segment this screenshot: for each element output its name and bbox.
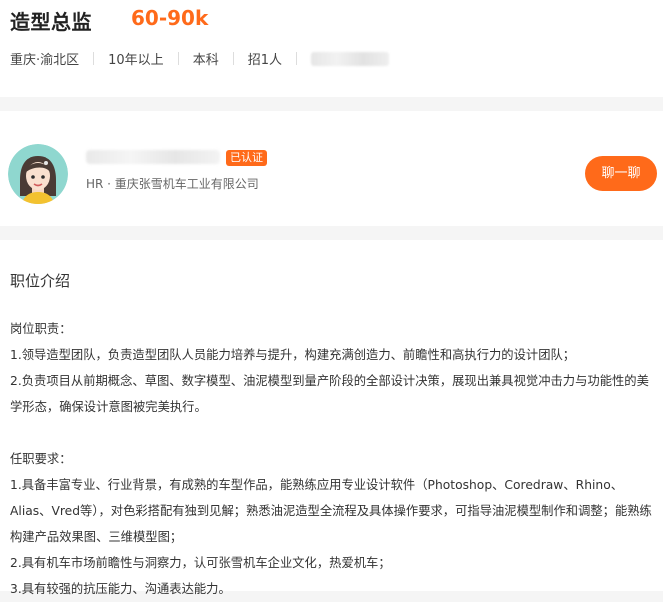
- recruiter-card: [0, 111, 663, 226]
- duty-item: 1.领导造型团队，负责造型团队人员能力培养与提升，构建充满创造力、前瞻性和高执行…: [10, 348, 576, 362]
- job-headcount: 招1人: [247, 53, 282, 68]
- job-description-body: 岗位职责： 1.领导造型团队，负责造型团队人员能力培养与提升，构建充满创造力、前…: [10, 316, 660, 602]
- job-title: 造型总监: [10, 10, 92, 34]
- divider: [177, 52, 179, 65]
- requirements-heading: 任职要求：: [10, 452, 72, 466]
- salary: 60-90k: [131, 6, 209, 30]
- job-education: 本科: [192, 53, 219, 68]
- job-experience: 10年以上: [108, 53, 164, 68]
- duty-item: 2.负责项目从前期概念、草图、数字模型、油泥模型到量产阶段的全部设计决策，展现出…: [10, 374, 649, 414]
- requirement-item: 3.具有较强的抗压能力、沟通表达能力。: [10, 582, 231, 596]
- divider: [93, 52, 95, 65]
- divider: [295, 52, 297, 65]
- divider: [232, 52, 234, 65]
- requirement-item: 2.具有机车市场前瞻性与洞察力，认可张雪机车企业文化，热爱机车；: [10, 556, 391, 570]
- verified-badge: 已认证: [226, 150, 267, 166]
- job-header-card: 造型总监 60-90k 重庆·渝北区 10年以上 本科 招1人: [0, 0, 663, 97]
- duties-heading: 岗位职责：: [10, 322, 72, 336]
- requirement-item: 1.具备丰富专业、行业背景，有成熟的车型作品，能熟练应用专业设计软件（Photo…: [10, 478, 652, 544]
- redacted-meta: [310, 51, 389, 66]
- job-meta: 重庆·渝北区 10年以上 本科 招1人: [10, 49, 389, 68]
- job-location: 重庆·渝北区: [10, 53, 80, 68]
- section-title: 职位介绍: [10, 272, 71, 290]
- recruiter-company: HR · 重庆张雪机车工业有限公司: [86, 177, 259, 191]
- avatar[interactable]: [8, 144, 68, 204]
- recruiter-name-redacted: [86, 150, 220, 164]
- chat-button[interactable]: 聊一聊: [585, 156, 657, 191]
